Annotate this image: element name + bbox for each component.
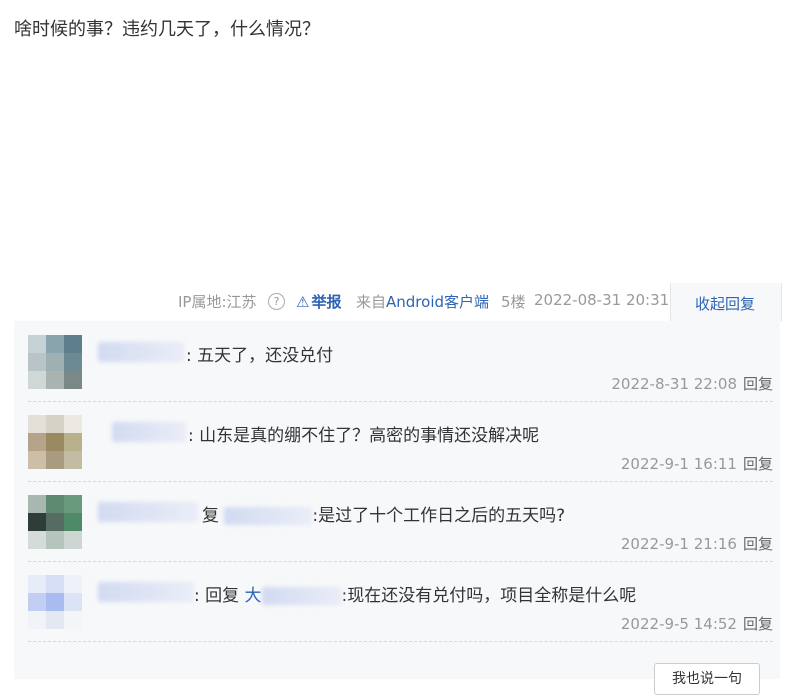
reply-target-blurred[interactable] — [261, 587, 342, 605]
username-blurred[interactable] — [98, 342, 184, 362]
comment-body: :是过了十个工作日之后的五天吗? — [312, 506, 566, 526]
reply-prefix: : 回复 — [194, 586, 240, 606]
post-content: 啥时候的事？违约几天了，什么情况？ — [14, 19, 320, 40]
comment-time: 2022-9-1 16:11 — [620, 455, 737, 473]
report-label: 举报 — [311, 293, 342, 311]
comment-item: : 山东是真的绷不住了？高密的事情还没解决呢 2022-9-1 16:11 回复 — [28, 401, 773, 482]
comment-meta: 2022-9-5 14:52 回复 — [621, 613, 773, 634]
reply-button[interactable]: 回复 — [743, 375, 773, 393]
reply-button[interactable]: 回复 — [743, 615, 773, 633]
comment-meta: 2022-9-1 16:11 回复 — [621, 453, 773, 474]
post-time: 2022-08-31 20:31 — [534, 291, 670, 309]
reply-target-blurred[interactable] — [224, 507, 313, 525]
reply-target-link[interactable]: 大 — [245, 586, 262, 606]
avatar[interactable] — [28, 575, 82, 629]
comment-text: : 山东是真的绷不住了？高密的事情还没解决呢 — [188, 426, 540, 446]
comment-meta: 2022-8-31 22:08 回复 — [611, 373, 773, 394]
reply-button[interactable]: 回复 — [743, 535, 773, 553]
source-client-link[interactable]: Android客户端 — [386, 293, 489, 311]
avatar[interactable] — [28, 335, 82, 389]
question-circle-icon[interactable]: ? — [268, 293, 285, 310]
post-source: 来自Android客户端 — [356, 291, 489, 312]
comment-item: 复 :是过了十个工作日之后的五天吗? 2022-9-1 21:16 回复 — [28, 481, 773, 562]
floor-number: 5楼 — [501, 293, 526, 311]
say-something-button[interactable]: 我也说一句 — [654, 663, 760, 695]
comment-time: 2022-9-1 21:16 — [620, 535, 737, 553]
ip-location: IP属地:江苏 — [178, 293, 257, 311]
collapse-replies-button[interactable]: 收起回复 — [695, 293, 755, 314]
avatar[interactable] — [28, 415, 82, 469]
report-link[interactable]: ⚠ 举报 — [296, 291, 341, 312]
comment-text: 复 :是过了十个工作日之后的五天吗? — [202, 501, 565, 526]
reply-prefix: 复 — [202, 506, 219, 526]
comment-meta: 2022-9-1 21:16 回复 — [621, 533, 773, 554]
source-prefix: 来自 — [356, 293, 387, 311]
warning-triangle-icon: ⚠ — [296, 293, 310, 311]
comment-item: : 五天了，还没兑付 2022-8-31 22:08 回复 — [28, 321, 773, 402]
comment-body: :现在还没有兑付吗，项目全称是什么呢 — [341, 586, 637, 606]
avatar[interactable] — [28, 495, 82, 549]
reply-button[interactable]: 回复 — [743, 455, 773, 473]
username-blurred[interactable] — [98, 582, 194, 602]
comment-time: 2022-9-5 14:52 — [620, 615, 737, 633]
comment-text: : 五天了，还没兑付 — [186, 346, 334, 366]
username-blurred[interactable] — [112, 422, 186, 442]
collapse-tab: 收起回复 — [670, 283, 782, 321]
comment-list: : 五天了，还没兑付 2022-8-31 22:08 回复 : 山东是真的绷不住了… — [14, 321, 780, 679]
comment-item: : 回复 大 :现在还没有兑付吗，项目全称是什么呢 2022-9-5 14:52 回… — [28, 561, 773, 642]
username-blurred[interactable] — [98, 502, 198, 522]
comment-text: : 回复 大 :现在还没有兑付吗，项目全称是什么呢 — [194, 581, 636, 606]
comment-time: 2022-8-31 22:08 — [611, 375, 737, 393]
